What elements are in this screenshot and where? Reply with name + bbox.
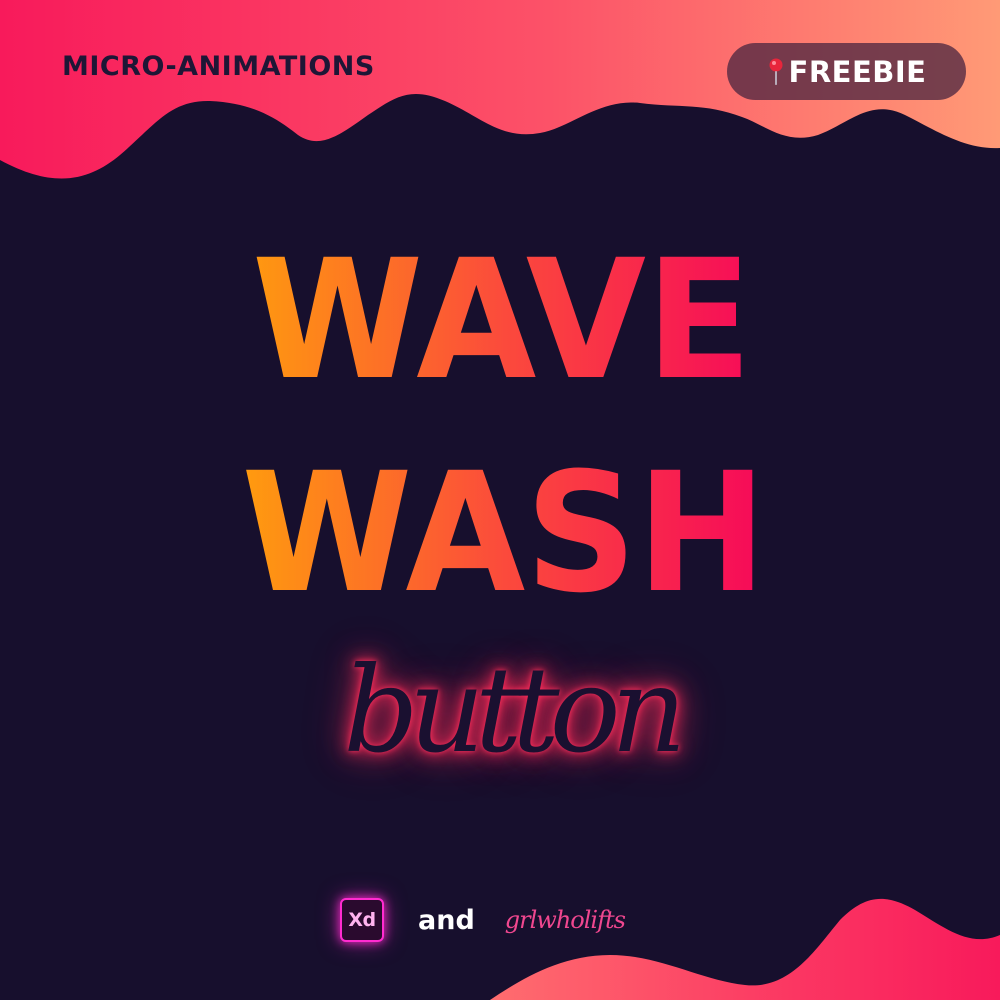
poster: MICRO-ANIMATIONS FREEBIE WAVE WASH butto…	[0, 0, 1000, 1000]
subtitle-button: button	[343, 641, 686, 779]
credits: Xd and grlwholifts	[340, 897, 626, 943]
title-line-2: WASH	[242, 437, 767, 629]
credit-author: grlwholifts	[504, 906, 626, 934]
headline: WAVE WASH	[242, 224, 767, 629]
title-line-1: WAVE	[252, 224, 752, 416]
xd-label: Xd	[348, 909, 376, 931]
adobe-xd-icon: Xd	[340, 898, 384, 942]
credit-connector: and	[418, 904, 475, 936]
